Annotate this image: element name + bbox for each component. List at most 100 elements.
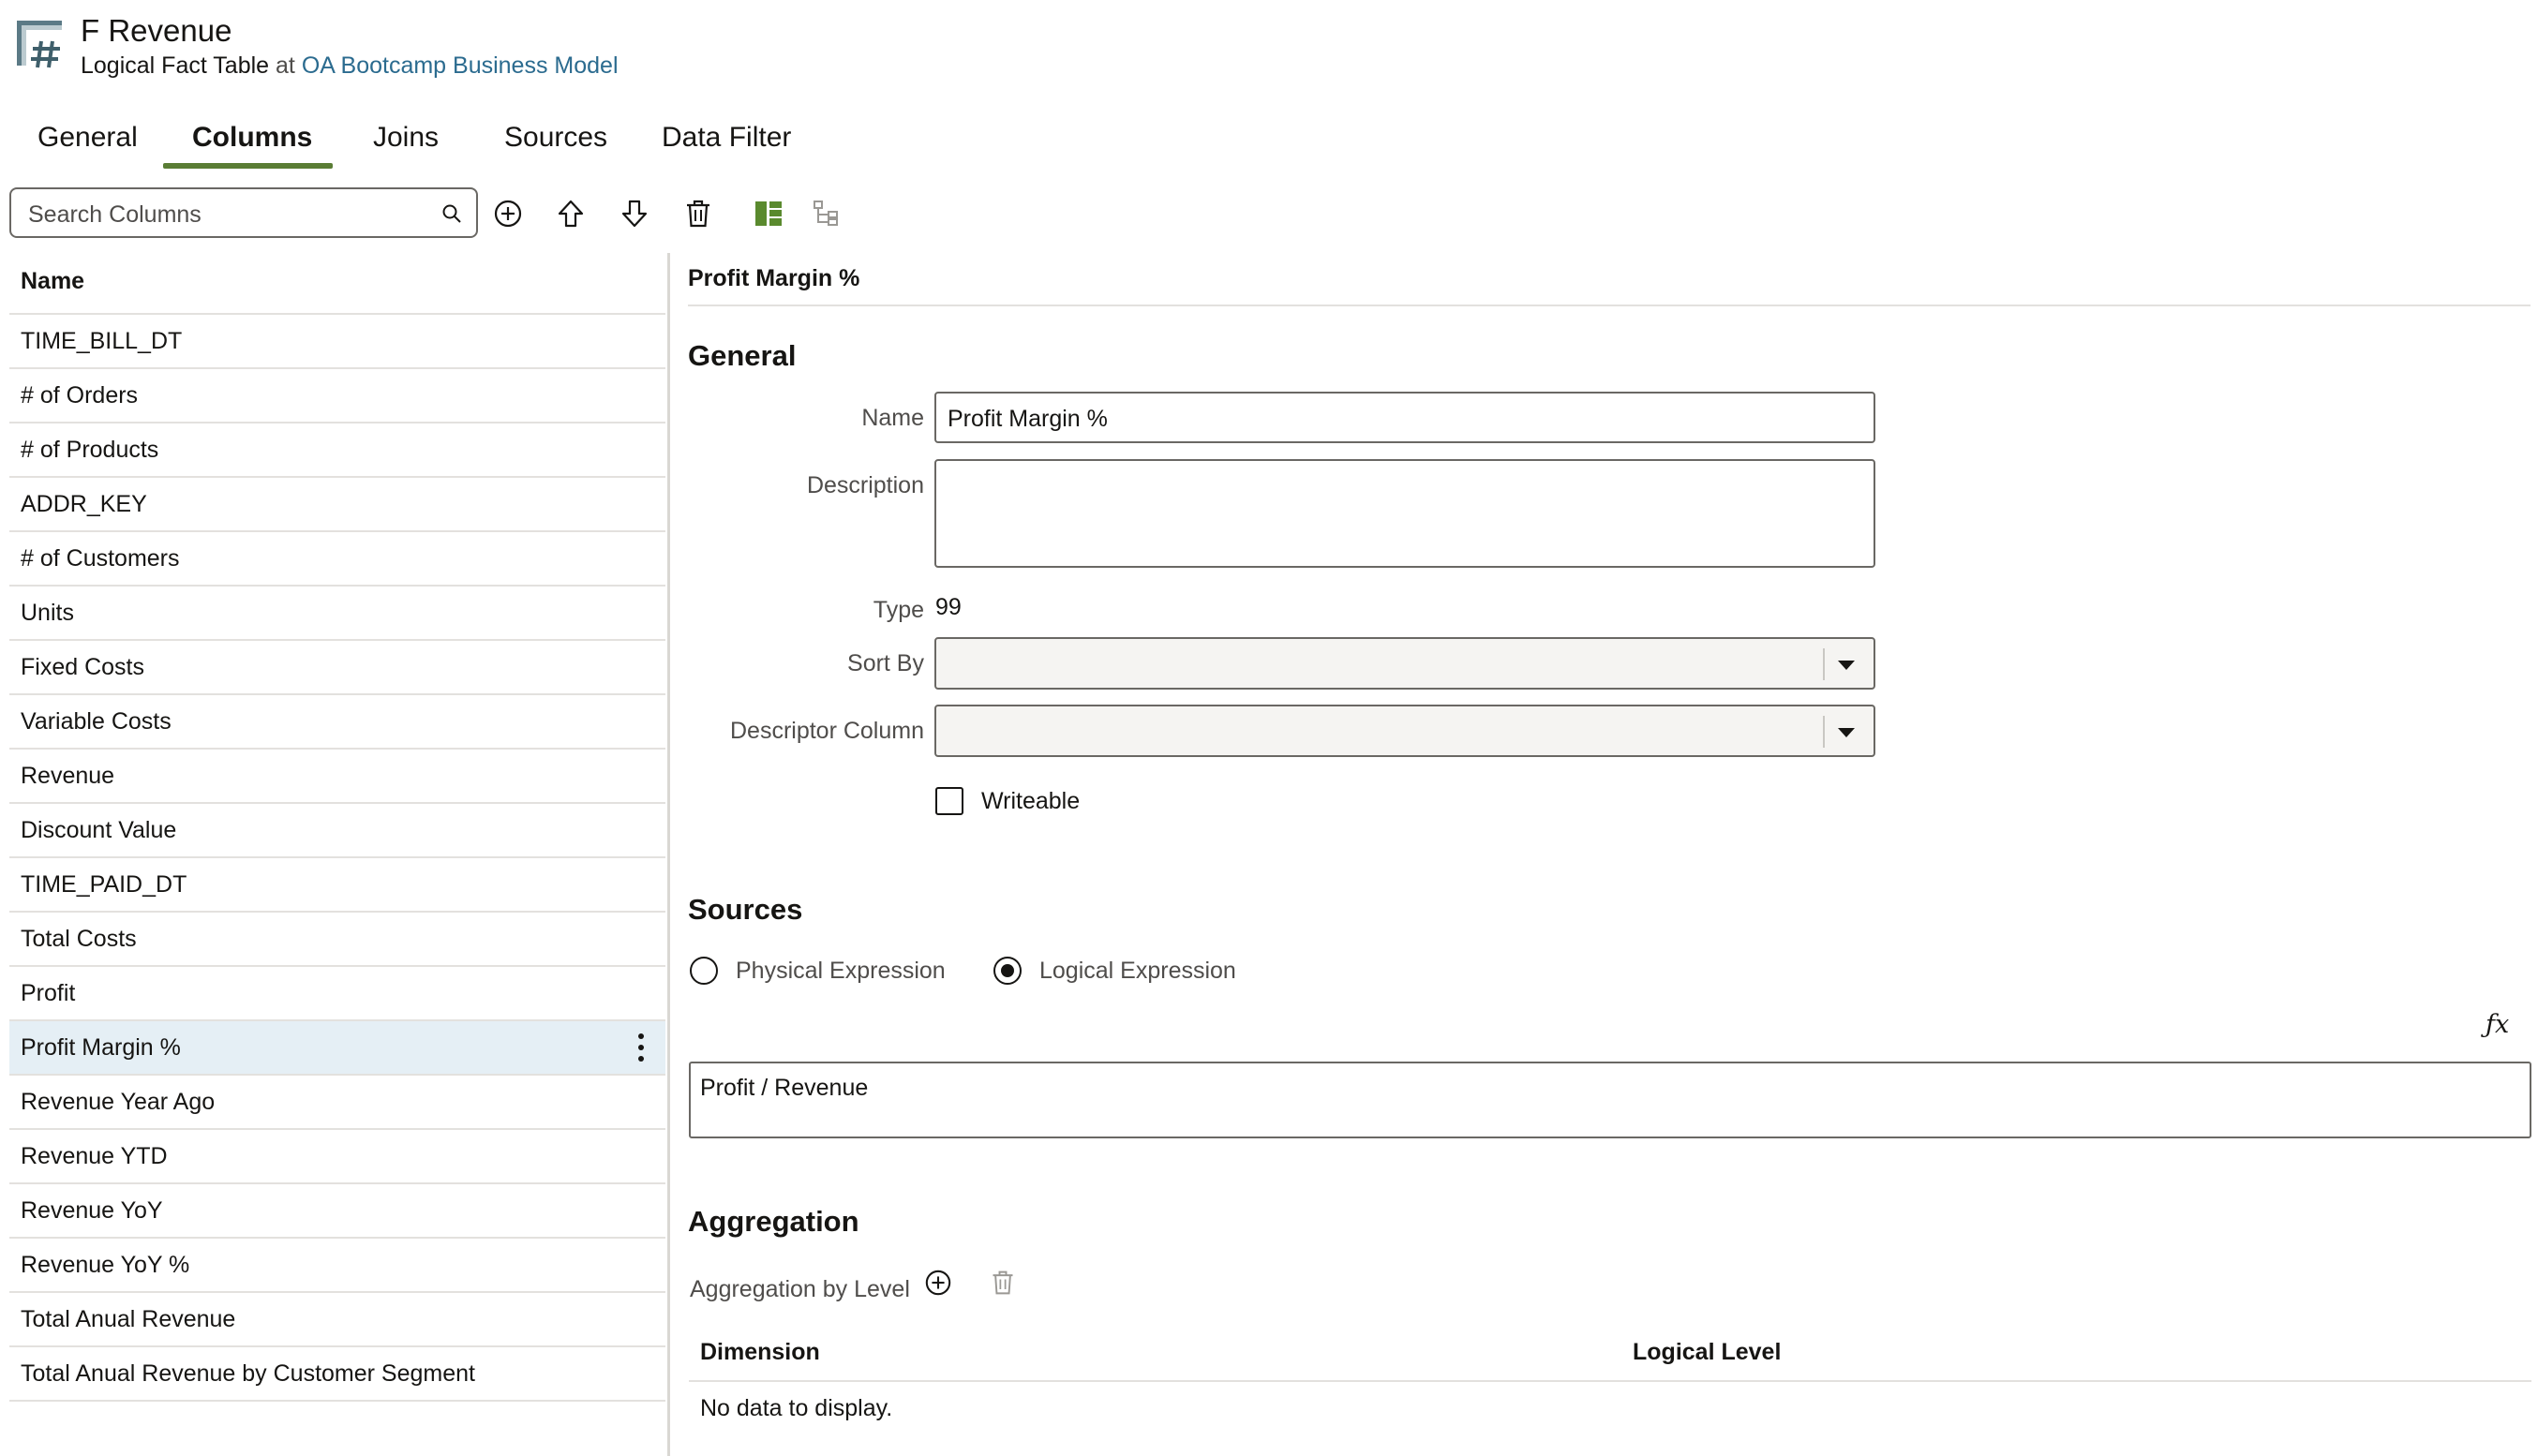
select-separator [1823, 716, 1825, 748]
descriptor-column-label: Descriptor Column [729, 718, 924, 744]
list-item[interactable]: Discount Value [9, 804, 665, 858]
delete-icon [687, 200, 709, 228]
search-box[interactable] [9, 187, 478, 238]
expression-builder-fx-icon[interactable]: ƒx [2486, 1010, 2509, 1039]
list-item[interactable]: Revenue [9, 750, 665, 804]
list-item-label: Fixed Costs [21, 654, 144, 680]
tab-data-filter[interactable]: Data Filter [662, 122, 791, 154]
list-item[interactable]: Total Anual Revenue by Customer Segment [9, 1347, 665, 1402]
list-item-label: Revenue Year Ago [21, 1089, 216, 1115]
general-section-heading: General [688, 339, 797, 372]
list-item[interactable]: TIME_BILL_DT [9, 315, 665, 369]
aggregation-section-heading: Aggregation [688, 1205, 859, 1238]
delete-column-button[interactable] [679, 195, 717, 232]
list-item-label: Revenue [21, 763, 115, 789]
move-down-icon [621, 200, 648, 228]
panel-splitter[interactable] [667, 253, 670, 1456]
writeable-checkbox[interactable] [935, 787, 963, 815]
list-item-label: Profit [21, 980, 76, 1006]
move-up-button[interactable] [552, 195, 590, 232]
expression-text: Profit / Revenue [700, 1075, 869, 1101]
sources-section-heading: Sources [688, 893, 803, 926]
select-separator [1823, 648, 1825, 680]
list-item-label: Total Anual Revenue [21, 1306, 236, 1332]
more-options-icon[interactable] [635, 1031, 647, 1064]
object-type-label: Logical Fact Table [81, 52, 270, 79]
search-input[interactable] [26, 199, 433, 230]
logical-expression-radio[interactable] [993, 957, 1022, 985]
writeable-label[interactable]: Writeable [981, 788, 1080, 815]
list-item-label: # of Customers [21, 545, 180, 572]
move-up-icon [558, 200, 584, 228]
search-icon[interactable] [440, 202, 463, 225]
list-item[interactable]: # of Products [9, 423, 665, 478]
list-item-selected[interactable]: Profit Margin % [9, 1021, 665, 1076]
active-tab-indicator [163, 163, 333, 169]
add-circle-icon [494, 200, 522, 228]
list-item[interactable]: Revenue YTD [9, 1130, 665, 1184]
list-item-label: Revenue YoY % [21, 1252, 190, 1278]
logical-fact-table-icon [17, 21, 62, 68]
list-item-label: Total Costs [21, 926, 137, 952]
table-header-logical-level[interactable]: Logical Level [1633, 1339, 1781, 1366]
tab-joins[interactable]: Joins [373, 122, 439, 154]
empty-table-message: No data to display. [700, 1395, 893, 1421]
list-item[interactable]: ADDR_KEY [9, 478, 665, 532]
list-item[interactable]: Revenue YoY % [9, 1239, 665, 1293]
chevron-down-icon[interactable] [1838, 728, 1855, 737]
column-layout-button[interactable] [750, 195, 787, 232]
aggregation-by-level-label: Aggregation by Level [690, 1276, 910, 1302]
list-item-label: Total Anual Revenue by Customer Segment [21, 1360, 475, 1387]
hierarchy-button[interactable] [808, 195, 845, 232]
list-item[interactable]: Total Anual Revenue [9, 1293, 665, 1347]
name-input[interactable] [946, 405, 1849, 434]
list-item-label: # of Orders [21, 382, 139, 409]
chevron-down-icon[interactable] [1838, 661, 1855, 670]
name-field[interactable] [934, 392, 1875, 443]
business-model-link[interactable]: OA Bootcamp Business Model [302, 52, 619, 79]
list-column-header-name: Name [21, 268, 85, 294]
detail-title: Profit Margin % [688, 265, 860, 291]
page-subtitle: Logical Fact Table at OA Bootcamp Busine… [81, 52, 619, 80]
list-item-label: TIME_PAID_DT [21, 871, 187, 898]
list-item[interactable]: Revenue Year Ago [9, 1076, 665, 1130]
list-item-label: Discount Value [21, 817, 177, 843]
list-item[interactable]: Total Costs [9, 913, 665, 967]
page-title: F Revenue [81, 13, 232, 48]
list-item[interactable]: TIME_PAID_DT [9, 858, 665, 913]
add-level-icon[interactable] [924, 1269, 952, 1297]
list-item-label: Revenue YoY [21, 1197, 163, 1224]
description-field[interactable] [934, 459, 1875, 568]
name-label: Name [861, 405, 924, 431]
expression-editor[interactable]: Profit / Revenue [689, 1062, 2531, 1138]
tab-general[interactable]: General [37, 122, 138, 154]
list-item[interactable]: Variable Costs [9, 695, 665, 750]
description-label: Description [806, 472, 924, 498]
list-item[interactable]: Units [9, 587, 665, 641]
sort-by-select[interactable] [934, 637, 1875, 690]
tab-sources[interactable]: Sources [504, 122, 607, 154]
list-item[interactable]: Profit [9, 967, 665, 1021]
list-item-label: Units [21, 600, 74, 626]
table-header-divider [689, 1380, 2531, 1382]
list-item[interactable]: Fixed Costs [9, 641, 665, 695]
detail-divider [688, 305, 2531, 306]
physical-expression-radio[interactable] [690, 957, 718, 985]
table-header-dimension[interactable]: Dimension [700, 1339, 820, 1366]
list-item[interactable]: # of Customers [9, 532, 665, 587]
logical-expression-label[interactable]: Logical Expression [1039, 958, 1236, 985]
list-item-label: TIME_BILL_DT [21, 328, 183, 354]
tab-columns[interactable]: Columns [192, 122, 312, 154]
sort-by-label: Sort By [847, 650, 924, 676]
add-column-button[interactable] [489, 195, 527, 232]
subtitle-at: at [276, 52, 295, 79]
delete-level-icon[interactable] [990, 1269, 1016, 1297]
descriptor-column-select[interactable] [934, 705, 1875, 757]
list-item[interactable]: Revenue YoY [9, 1184, 665, 1239]
physical-expression-label[interactable]: Physical Expression [736, 958, 946, 985]
list-item-label: Variable Costs [21, 708, 172, 735]
move-down-button[interactable] [616, 195, 653, 232]
description-textarea[interactable] [946, 470, 1849, 558]
list-item-label: # of Products [21, 437, 159, 463]
list-item[interactable]: # of Orders [9, 369, 665, 423]
